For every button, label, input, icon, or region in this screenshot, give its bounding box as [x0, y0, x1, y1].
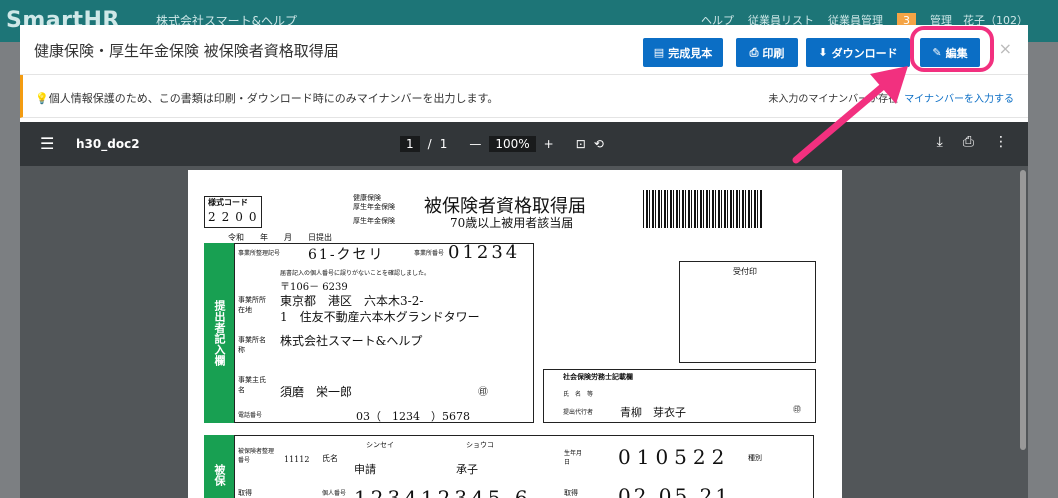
- mynumber-input-link[interactable]: マイナンバーを入力する: [904, 94, 1014, 105]
- date-labels: 令和 年 月 日提出: [228, 233, 332, 242]
- page-total: 1: [439, 137, 448, 151]
- fit-page-icon[interactable]: ⊡: [576, 137, 586, 151]
- acquire-date-label: 取得: [564, 489, 578, 497]
- zoom-in-icon[interactable]: +: [544, 137, 554, 151]
- pdf-page: 様式コード 2200 健康保険 厚生年金保険 厚生年金保険 被保険者資格取得届 …: [188, 170, 842, 498]
- agent-seal: ㊞: [793, 405, 801, 414]
- notice-text: 個人情報保護のため、この書類は印刷・ダウンロード時にのみマイナンバーを出力します…: [48, 92, 499, 105]
- name-field-label: 氏名: [322, 454, 338, 463]
- agent-label: 提出代行者: [563, 409, 594, 416]
- zoom-out-icon[interactable]: —: [469, 137, 481, 151]
- birth-label: 生年月日: [564, 450, 583, 466]
- form-code-label: 様式コード: [208, 197, 248, 207]
- insured-no-label: 被保険者整理番号: [238, 448, 275, 464]
- highlight-frame: [910, 26, 994, 72]
- submitter-side-label: 提出者記入欄: [204, 243, 234, 423]
- page-separator: /: [427, 137, 432, 151]
- sharoushi-name-label: 氏 名 等: [563, 391, 594, 398]
- pdf-tools: ⤓ ⎙ ⋮: [937, 134, 1008, 150]
- form-code: 2200: [208, 210, 263, 224]
- type-label: 種別: [748, 454, 762, 462]
- menu-icon[interactable]: ☰: [40, 134, 54, 153]
- insured-sei: 申請: [354, 463, 376, 476]
- office-code-label: 事業所整理記号: [238, 250, 281, 257]
- modal-title: 健康保険・厚生年金保険 被保険者資格取得届: [34, 42, 339, 60]
- pdf-scrollbar[interactable]: [1020, 170, 1026, 450]
- owner-seal: ㊞: [478, 387, 488, 398]
- owner-label: 事業主氏名: [238, 376, 266, 394]
- sample-button-label: 完成見本: [668, 46, 713, 60]
- sharoushi-label: 社会保険労務士記載欄: [563, 372, 633, 381]
- rotate-icon[interactable]: ⟲: [594, 137, 604, 151]
- agent-name: 青柳 芽衣子: [620, 406, 686, 419]
- page-input[interactable]: 1: [400, 136, 420, 152]
- company-name-value: 株式会社スマート&ヘルプ: [280, 334, 423, 348]
- printer-icon: ⎙: [749, 45, 759, 59]
- owner-name: 須磨 栄一郎: [280, 385, 353, 399]
- confirm-note: 届書記入の個人番号に誤りがないことを確認しました。: [280, 270, 431, 277]
- header-small2: 厚生年金保険: [353, 217, 395, 225]
- notice-message: 💡個人情報保護のため、この書類は印刷・ダウンロード時にのみマイナンバーを出力しま…: [35, 90, 498, 106]
- office-no-label: 事業所番号: [414, 250, 445, 257]
- company-name-label: 事業所名称: [238, 336, 266, 354]
- tel-label: 電話番号: [238, 412, 263, 419]
- postal-code: 〒106－ 6239: [280, 282, 348, 293]
- lightbulb-icon: 💡: [35, 92, 49, 105]
- annotation-arrow-icon: [792, 66, 908, 164]
- download-icon: ⬇: [818, 46, 828, 59]
- more-icon[interactable]: ⋮: [994, 134, 1008, 150]
- tel-value: 03（ 1234 ）5678: [356, 410, 470, 423]
- office-code: 61-クセリ: [308, 247, 385, 263]
- close-icon[interactable]: ×: [999, 39, 1012, 58]
- page-controls: 1 / 1 — 100% + ⊡ ⟲: [400, 136, 604, 152]
- address-line1: 東京都 港区 六本木3-2-: [280, 294, 424, 308]
- sample-button[interactable]: ▤ 完成見本: [643, 38, 723, 67]
- acquire-label: 取得: [238, 489, 252, 497]
- acquire-date: 02 05 21: [618, 484, 732, 498]
- header-small: 健康保険 厚生年金保険: [353, 194, 395, 211]
- print-button-label: 印刷: [762, 46, 785, 60]
- download-button-label: ダウンロード: [831, 46, 898, 60]
- download-icon[interactable]: ⤓: [937, 134, 943, 150]
- document-icon: ▤: [653, 46, 665, 59]
- printer-icon[interactable]: ⎙: [963, 134, 974, 150]
- furigana-mei: ショウコ: [466, 441, 494, 449]
- insured-no: 11112: [284, 455, 310, 464]
- furigana-sei: シンセイ: [366, 441, 394, 449]
- insured-mei: 承子: [456, 463, 478, 476]
- office-no: 01234: [448, 242, 521, 263]
- pdf-viewer: ☰ h30_doc2 1 / 1 — 100% + ⊡ ⟲ ⤓ ⎙ ⋮ 様式コー…: [20, 122, 1028, 498]
- receipt-label: 受付印: [733, 267, 757, 276]
- insured-side-label: 被保: [204, 435, 234, 498]
- address-label: 事業所所在地: [238, 296, 266, 314]
- zoom-level[interactable]: 100%: [489, 136, 536, 152]
- barcode: [643, 190, 763, 228]
- form-subtitle: 70歳以上被用者該当届: [450, 216, 574, 230]
- address-line2: 1 住友不動産六本木グランドタワー: [280, 310, 480, 324]
- mynumber-label: 個人番号: [322, 490, 347, 497]
- pdf-filename: h30_doc2: [76, 137, 140, 151]
- mynumber-value: 123412345 6: [354, 486, 532, 498]
- birth-value: 010522: [618, 445, 731, 469]
